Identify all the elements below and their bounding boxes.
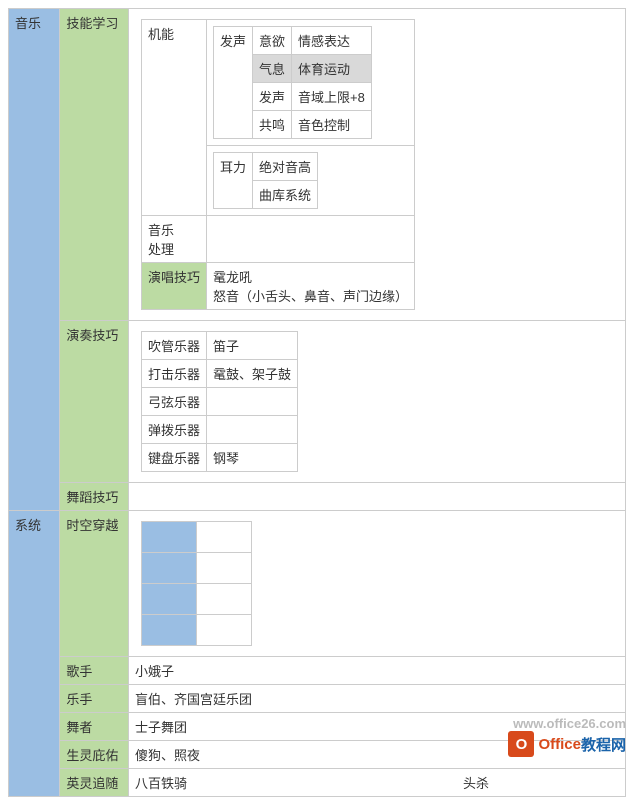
guardian-label: 生灵庇佑 (60, 741, 129, 769)
instr-k: 吹管乐器 (141, 332, 206, 360)
skill-learning-label: 技能学习 (60, 9, 129, 321)
singing-skill-value: 鼋龙吼 怒音（小舌头、鼻音、声门边缘） (206, 263, 414, 310)
ear-v2: 曲库系统 (252, 181, 317, 209)
section-music: 音乐 (9, 9, 60, 511)
instr-v (206, 388, 297, 416)
instr-k: 弓弦乐器 (141, 388, 206, 416)
perform-skill-label: 演奏技巧 (60, 321, 129, 483)
grid-cell (141, 615, 196, 646)
singer-value: 小娥子 (128, 657, 625, 685)
vocal-row-v: 音域上限+8 (292, 83, 372, 111)
vocalization-label: 发声 (213, 27, 252, 139)
skill-learning-content: 机能 发声 意欲 情感表达 气息 体育运动 (128, 9, 625, 321)
instr-v: 钢琴 (206, 444, 297, 472)
instr-k: 弹拨乐器 (141, 416, 206, 444)
time-travel-grid (141, 521, 252, 646)
ear-v1: 绝对音高 (252, 153, 317, 181)
watermark-text1: Office (538, 736, 581, 753)
vocal-row-k: 气息 (252, 55, 291, 83)
instr-v (206, 416, 297, 444)
grid-cell (141, 553, 196, 584)
singer-label: 歌手 (60, 657, 129, 685)
instr-v: 笛子 (206, 332, 297, 360)
singing-skill-label: 演唱技巧 (141, 263, 206, 310)
function-label: 机能 (141, 20, 206, 216)
instr-k: 打击乐器 (141, 360, 206, 388)
function-table: 机能 发声 意欲 情感表达 气息 体育运动 (141, 19, 415, 310)
ear-label: 耳力 (213, 153, 252, 209)
grid-cell (196, 584, 251, 615)
main-table: 音乐 技能学习 机能 发声 意欲 情感表达 气息 (8, 8, 626, 797)
music-handling-label: 音乐 处理 (141, 216, 206, 263)
time-travel-content (128, 511, 625, 657)
grid-cell (196, 553, 251, 584)
grid-cell (141, 522, 196, 553)
grid-cell (196, 522, 251, 553)
spirit-value: 八百铁骑 头杀 (128, 769, 625, 797)
instr-v: 鼋鼓、架子鼓 (206, 360, 297, 388)
vocal-row-k: 意欲 (252, 27, 291, 55)
vocal-row-v: 情感表达 (292, 27, 372, 55)
watermark: www.office26.com O Office 教程网 (508, 731, 626, 757)
watermark-logo-icon: O (508, 731, 534, 757)
dance-skill-content (128, 483, 625, 511)
vocalization-table: 发声 意欲 情感表达 气息 体育运动 发声 音域上限+8 (213, 26, 372, 139)
dance-skill-label: 舞蹈技巧 (60, 483, 129, 511)
grid-cell (141, 584, 196, 615)
time-travel-label: 时空穿越 (60, 511, 129, 657)
vocal-row-v: 体育运动 (292, 55, 372, 83)
vocal-row-k: 共鸣 (252, 111, 291, 139)
vocal-row-k: 发声 (252, 83, 291, 111)
perform-table: 吹管乐器笛子 打击乐器鼋鼓、架子鼓 弓弦乐器 弹拨乐器 键盘乐器钢琴 (141, 331, 298, 472)
music-handling-value (206, 216, 414, 263)
vocal-row-v: 音色控制 (292, 111, 372, 139)
instr-k: 键盘乐器 (141, 444, 206, 472)
watermark-url: www.office26.com (513, 716, 626, 731)
dancer-label: 舞者 (60, 713, 129, 741)
section-system: 系统 (9, 511, 60, 797)
grid-cell (196, 615, 251, 646)
spirit-label: 英灵追随 (60, 769, 129, 797)
musician-value: 盲伯、齐国宫廷乐团 (128, 685, 625, 713)
watermark-text2: 教程网 (581, 734, 626, 755)
musician-label: 乐手 (60, 685, 129, 713)
ear-table: 耳力 绝对音高 曲库系统 (213, 152, 318, 209)
perform-skill-content: 吹管乐器笛子 打击乐器鼋鼓、架子鼓 弓弦乐器 弹拨乐器 键盘乐器钢琴 (128, 321, 625, 483)
